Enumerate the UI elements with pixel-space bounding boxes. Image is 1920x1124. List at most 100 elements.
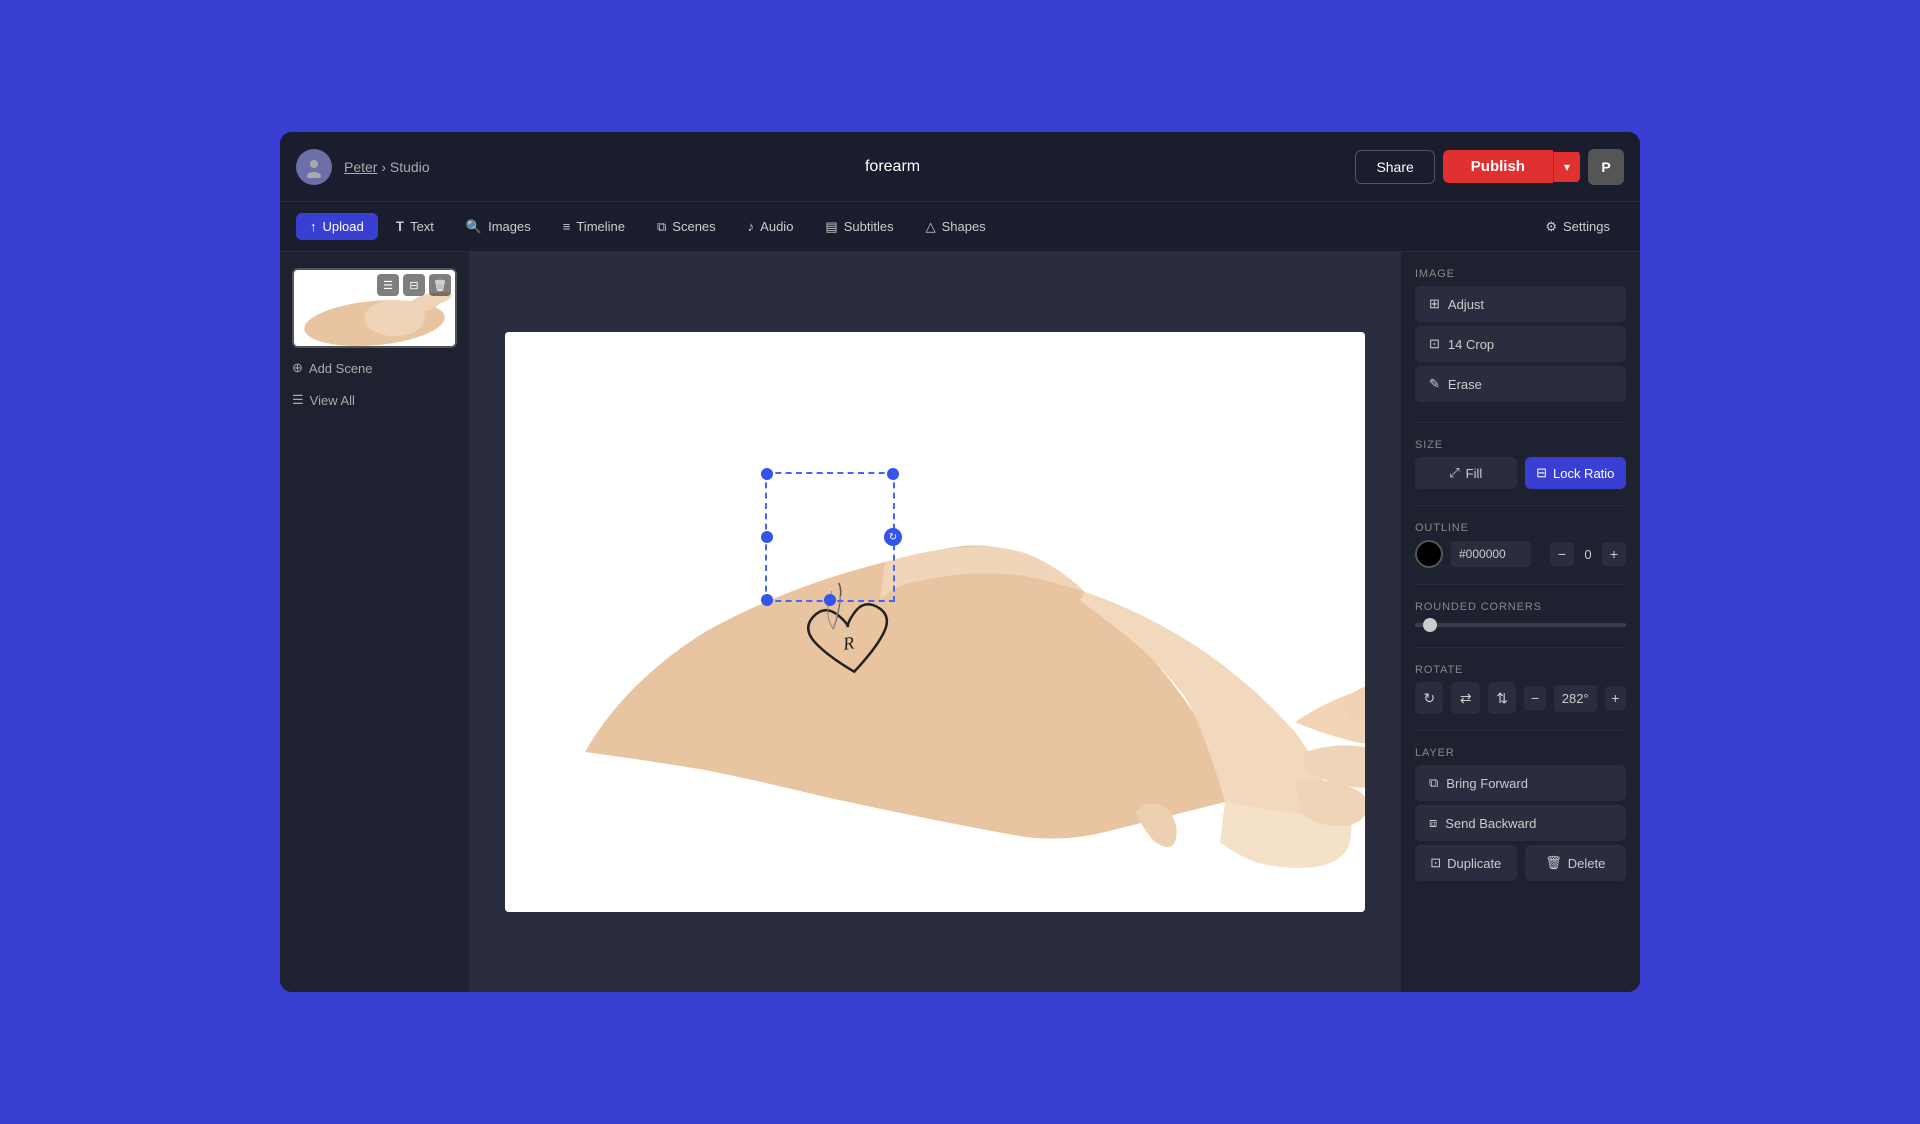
lock-ratio-button[interactable]: ⊟ Lock Ratio — [1525, 457, 1627, 489]
delete-button[interactable]: 🗑 Delete — [1525, 845, 1627, 881]
scene-menu-button[interactable]: ☰ — [377, 274, 399, 296]
lock-ratio-label: Lock Ratio — [1553, 466, 1614, 481]
publish-dropdown-button[interactable]: ▾ — [1553, 152, 1580, 182]
rounded-corners-slider[interactable] — [1415, 623, 1626, 627]
erase-button[interactable]: ✎ Erase — [1415, 366, 1626, 402]
fill-button[interactable]: ⤢ Fill — [1415, 457, 1517, 489]
flip-vertical-button[interactable]: ⇅ — [1488, 682, 1516, 714]
rounded-corners-slider-container — [1415, 619, 1626, 631]
size-section-label: SIZE — [1415, 439, 1626, 451]
shapes-icon: △ — [926, 219, 936, 235]
breadcrumb-separator: › — [381, 159, 390, 175]
images-label: Images — [488, 219, 531, 234]
send-backward-label: Send Backward — [1445, 816, 1536, 831]
outline-decrease-button[interactable]: − — [1550, 542, 1574, 566]
rotate-increase-button[interactable]: + — [1605, 686, 1626, 710]
outline-value-control: − 0 + — [1550, 542, 1626, 566]
scene-copy-button[interactable]: ⊟ — [403, 274, 425, 296]
text-button[interactable]: 𝐓 Text — [382, 213, 448, 241]
publish-button[interactable]: Publish — [1443, 150, 1553, 183]
upload-label: Upload — [323, 219, 364, 234]
images-button[interactable]: 🔍 Images — [452, 213, 545, 241]
rotate-section-label: ROTATE — [1415, 664, 1626, 676]
view-all-label: View All — [310, 393, 355, 408]
layer-section: LAYER ⧉ Bring Forward ⧈ Send Backward ⊡ … — [1415, 747, 1626, 881]
rotate-decrease-button[interactable]: − — [1524, 686, 1545, 710]
size-buttons-row: ⤢ Fill ⊟ Lock Ratio — [1415, 457, 1626, 489]
share-button[interactable]: Share — [1355, 150, 1434, 184]
toolbar: ↑ Upload 𝐓 Text 🔍 Images ≡ Timeline ⧉ Sc… — [280, 202, 1640, 252]
audio-label: Audio — [760, 219, 793, 234]
upload-button[interactable]: ↑ Upload — [296, 213, 378, 240]
scenes-label: Scenes — [672, 219, 715, 234]
breadcrumb: Peter › Studio — [344, 159, 430, 175]
adjust-button[interactable]: ⊞ Adjust — [1415, 286, 1626, 322]
crop-icon: ⊡ — [1429, 336, 1440, 352]
project-title: forearm — [442, 158, 1344, 176]
app-container: Peter › Studio forearm Share Publish ▾ P… — [280, 132, 1640, 992]
header: Peter › Studio forearm Share Publish ▾ P — [280, 132, 1640, 202]
outline-color-swatch[interactable] — [1415, 540, 1443, 568]
divider-4 — [1415, 647, 1626, 648]
rounded-corners-thumb[interactable] — [1423, 618, 1437, 632]
user-avatar — [296, 149, 332, 185]
rounded-corners-section: ROUNDED CORNERS — [1415, 601, 1626, 631]
timeline-button[interactable]: ≡ Timeline — [549, 213, 639, 240]
user-initial-button[interactable]: P — [1588, 149, 1624, 185]
divider-2 — [1415, 505, 1626, 506]
header-actions: Share Publish ▾ P — [1355, 149, 1624, 185]
shapes-button[interactable]: △ Shapes — [912, 213, 1000, 241]
fill-label: Fill — [1466, 466, 1483, 481]
rotate-cw-button[interactable]: ↻ — [1415, 682, 1443, 714]
scene-thumbnail[interactable]: ☰ ⊟ 🗑 — [292, 268, 457, 348]
crop-label: 14 Crop — [1448, 337, 1494, 352]
fill-icon: ⤢ — [1449, 465, 1459, 481]
publish-btn-group: Publish ▾ — [1443, 150, 1580, 183]
canvas[interactable]: R ↻ — [505, 332, 1365, 912]
text-icon: 𝐓 — [396, 219, 404, 235]
shapes-label: Shapes — [942, 219, 986, 234]
settings-button[interactable]: ⚙ Settings — [1531, 213, 1624, 241]
view-all-icon: ☰ — [292, 392, 304, 408]
text-label: Text — [410, 219, 434, 234]
timeline-icon: ≡ — [563, 219, 571, 234]
breadcrumb-studio: Studio — [390, 159, 430, 175]
flip-horizontal-button[interactable]: ⇄ — [1451, 682, 1479, 714]
images-icon: 🔍 — [466, 219, 482, 235]
scenes-icon: ⧉ — [657, 219, 666, 235]
divider-5 — [1415, 730, 1626, 731]
image-section-label: IMAGE — [1415, 268, 1626, 280]
outline-section: OUTLINE − 0 + — [1415, 522, 1626, 568]
duplicate-button[interactable]: ⊡ Duplicate — [1415, 845, 1517, 881]
canvas-area[interactable]: R ↻ — [470, 252, 1400, 992]
adjust-icon: ⊞ — [1429, 296, 1440, 312]
audio-button[interactable]: ♪ Audio — [734, 213, 808, 240]
upload-icon: ↑ — [310, 219, 317, 234]
action-row: ⊡ Duplicate 🗑 Delete — [1415, 845, 1626, 881]
breadcrumb-user[interactable]: Peter — [344, 159, 377, 175]
settings-icon: ⚙ — [1545, 219, 1557, 235]
add-scene-button[interactable]: ⊕ Add Scene — [292, 356, 457, 380]
send-backward-button[interactable]: ⧈ Send Backward — [1415, 805, 1626, 841]
timeline-label: Timeline — [576, 219, 625, 234]
duplicate-icon: ⊡ — [1430, 855, 1441, 871]
adjust-label: Adjust — [1448, 297, 1484, 312]
scene-delete-button[interactable]: 🗑 — [429, 274, 451, 296]
subtitles-label: Subtitles — [844, 219, 894, 234]
duplicate-label: Duplicate — [1447, 856, 1501, 871]
outline-section-label: OUTLINE — [1415, 522, 1626, 534]
add-scene-icon: ⊕ — [292, 360, 303, 376]
scene-controls: ☰ ⊟ 🗑 — [377, 274, 451, 296]
outline-hex-input[interactable] — [1451, 541, 1531, 567]
crop-button[interactable]: ⊡ 14 Crop — [1415, 326, 1626, 362]
subtitles-button[interactable]: ▤ Subtitles — [811, 213, 907, 241]
size-section: SIZE ⤢ Fill ⊟ Lock Ratio — [1415, 439, 1626, 489]
bring-forward-button[interactable]: ⧉ Bring Forward — [1415, 765, 1626, 801]
scenes-button[interactable]: ⧉ Scenes — [643, 213, 730, 241]
bring-forward-icon: ⧉ — [1429, 775, 1438, 791]
outline-value: 0 — [1580, 547, 1596, 562]
view-all-button[interactable]: ☰ View All — [292, 388, 457, 412]
outline-increase-button[interactable]: + — [1602, 542, 1626, 566]
outline-controls-row: − 0 + — [1415, 540, 1626, 568]
left-sidebar: ☰ ⊟ 🗑 ⊕ Add Scene — [280, 252, 470, 992]
